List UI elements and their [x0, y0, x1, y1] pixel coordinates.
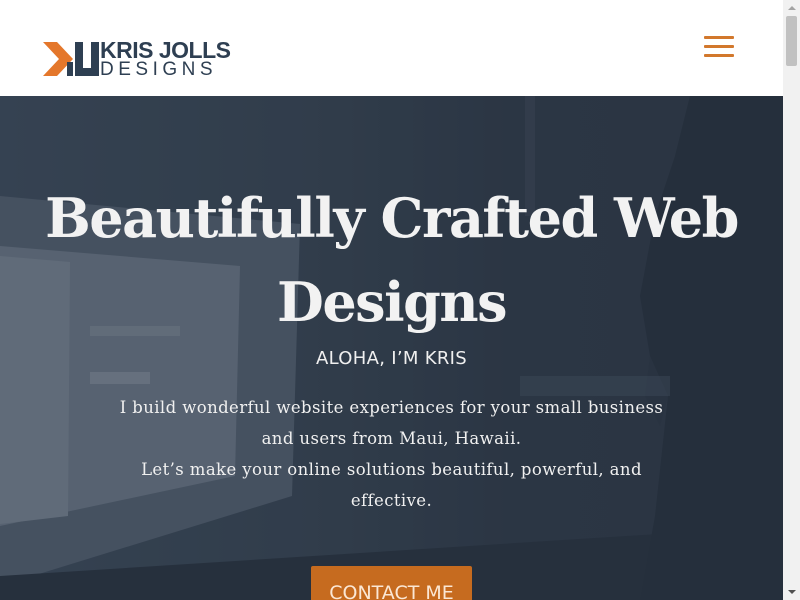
hero-title: Beautifully Crafted Web Designs — [45, 186, 739, 334]
site-logo[interactable]: KRIS JOLLS DESIGNS — [43, 38, 243, 80]
hero-description: I build wonderful website experiences fo… — [80, 392, 703, 516]
menu-bar — [704, 54, 734, 57]
hero-text-line: and users from Maui, Hawaii. — [261, 429, 522, 448]
scroll-down-arrow-icon[interactable] — [783, 584, 800, 600]
hero-text-line: effective. — [350, 491, 433, 510]
scroll-up-arrow-icon[interactable] — [783, 0, 800, 16]
kj-monogram-icon — [43, 42, 99, 76]
logo-text-designs: DESIGNS — [100, 59, 218, 80]
contact-me-button[interactable]: CONTACT ME — [311, 566, 472, 600]
menu-bar — [704, 45, 734, 48]
hamburger-menu-icon[interactable] — [702, 33, 736, 61]
hero-subtitle: ALOHA, I’M KRIS — [316, 348, 467, 369]
hero-text-line: Let’s make your online solutions beautif… — [141, 460, 642, 479]
site-header: KRIS JOLLS DESIGNS — [0, 0, 783, 96]
page-scrollbar[interactable] — [783, 0, 800, 600]
menu-bar — [704, 36, 734, 39]
hero-text-line: I build wonderful website experiences fo… — [119, 398, 664, 417]
page: KRIS JOLLS DESIGNS Beautifully Crafted W… — [0, 0, 783, 600]
scroll-thumb[interactable] — [786, 16, 797, 66]
hero-section: Beautifully Crafted Web Designs ALOHA, I… — [0, 96, 783, 600]
